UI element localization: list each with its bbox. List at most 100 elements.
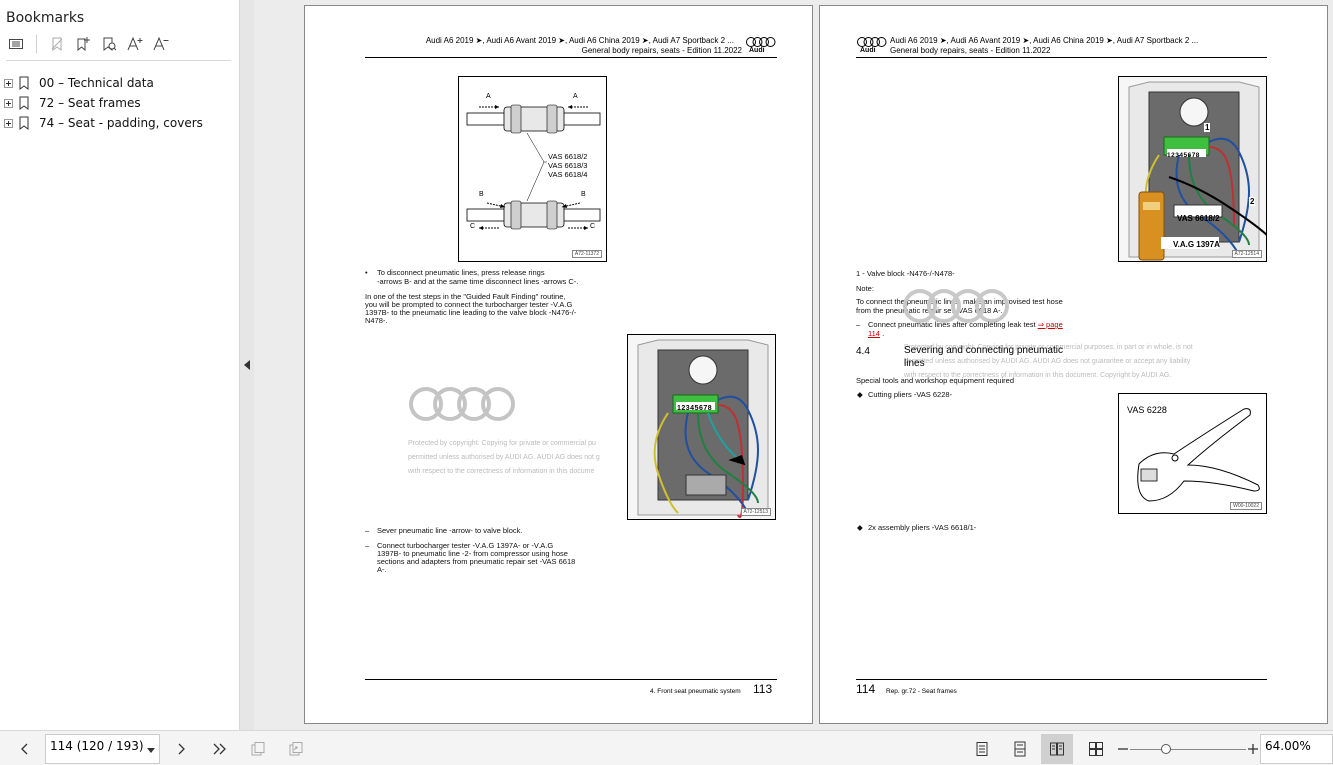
header-rule (365, 57, 777, 58)
arrow-label-b-left: B (479, 191, 484, 198)
figure-valve-block-tester: 1 2 12345678 VAS 6618/2 V.A.G 1397A A72-… (1118, 76, 1267, 262)
footer-rule (856, 679, 1267, 680)
step-connect-line4: A-. (377, 565, 387, 574)
bookmark-label: 72 – Seat frames (39, 96, 141, 110)
watermark-line1: Protected by copyright. Copying for priv… (408, 440, 596, 447)
decrease-text-size-icon[interactable] (151, 34, 171, 54)
callout-vas-6618-3: VAS 6618/3 (548, 161, 588, 170)
dash-icon: – (365, 541, 370, 550)
bookmark-item-seat-padding[interactable]: 74 – Seat - padding, covers (4, 114, 203, 132)
chevron-right-icon (178, 743, 185, 755)
page-number-field[interactable]: 114 (120 / 193) (45, 734, 160, 764)
zoom-level-field[interactable]: 64.00% (1260, 734, 1333, 764)
step-text: Connect pneumatic lines after completing… (868, 320, 1036, 329)
figure-tag: W00-10022 (1230, 502, 1262, 510)
continuous-facing-view-button[interactable] (1086, 739, 1106, 759)
bookmark-icon (19, 96, 29, 110)
zoom-slider-track[interactable] (1130, 749, 1246, 750)
continuous-view-button[interactable] (1010, 739, 1030, 759)
figure-tag: A72-11372 (571, 250, 602, 258)
note-heading: Note: (856, 284, 874, 293)
figure-tag: A72-12513 (740, 508, 771, 516)
paragraph-line3: 1397B- to the pneumatic line leading to … (365, 308, 577, 317)
previous-page-button[interactable] (15, 739, 35, 759)
figure-tag: A72-12514 (1231, 250, 1262, 258)
footer-section-label: 4. Front seat pneumatic system (650, 688, 741, 695)
dash-icon: – (365, 526, 370, 535)
step-connect-line3: sections and adapters from pneumatic rep… (377, 557, 576, 566)
watermark-line2: permitted unless authorised by AUDI AG. … (904, 358, 1191, 365)
toolbar-separator (36, 35, 37, 53)
tool-label-vas-6618-2: VAS 6618/2 (1177, 214, 1220, 223)
bookmark-toolbar (6, 34, 171, 54)
step-sever-line: Sever pneumatic line -arrow- to valve bl… (377, 526, 523, 535)
section-title-line1: Severing and connecting pneumatic (904, 345, 1063, 356)
header-subtitle: General body repairs, seats - Edition 11… (581, 46, 742, 55)
find-bookmark-icon[interactable] (99, 34, 119, 54)
panel-title: Bookmarks (6, 10, 85, 26)
header-title: Audi A6 2019 ➤, Audi A6 Avant 2019 ➤, Au… (890, 36, 1199, 45)
single-page-icon (976, 742, 988, 756)
expand-icon[interactable] (4, 78, 13, 88)
audi-logo-text: Audi (860, 47, 876, 54)
watermark-logo (903, 289, 1009, 323)
extract-page-button[interactable] (286, 739, 306, 759)
watermark-line3: with respect to the correctness of infor… (408, 468, 595, 475)
paragraph-line4: N478-. (365, 316, 388, 325)
watermark-line2: permitted unless authorised by AUDI AG. … (408, 454, 600, 461)
delete-bookmark-icon[interactable] (47, 34, 67, 54)
collapse-arrow-icon (244, 360, 250, 370)
document-view[interactable]: Audi A6 2019 ➤, Audi A6 Avant 2019 ➤, Au… (254, 0, 1333, 730)
chevron-down-icon[interactable] (147, 748, 155, 753)
bookmark-icon (19, 76, 29, 90)
page-114: Audi Audi A6 2019 ➤, Audi A6 Avant 2019 … (819, 5, 1328, 724)
figure-valve-block: 12345678 A72-12513 (627, 334, 776, 520)
add-bookmark-icon[interactable] (73, 34, 93, 54)
page-113: Audi A6 2019 ➤, Audi A6 Avant 2019 ➤, Au… (304, 5, 813, 724)
bookmark-options-icon[interactable] (6, 34, 26, 54)
callout-vas-6618-4: VAS 6618/4 (548, 170, 588, 179)
header-title: Audi A6 2019 ➤, Audi A6 Avant 2019 ➤, Au… (425, 36, 734, 45)
expand-icon[interactable] (4, 118, 13, 128)
bookmark-label: 74 – Seat - padding, covers (39, 116, 203, 130)
arrow-label-a-right: A (573, 93, 578, 100)
extract-icon (289, 742, 303, 756)
callout-vas-6618-2: VAS 6618/2 (548, 152, 588, 161)
dash-icon: – (856, 320, 861, 329)
page-number: 113 (753, 682, 773, 696)
tool-label-vag-1397a: V.A.G 1397A (1173, 240, 1220, 249)
last-page-button[interactable] (209, 739, 229, 759)
header-subtitle: General body repairs, seats - Edition 11… (890, 46, 1051, 55)
bookmark-item-technical-data[interactable]: 00 – Technical data (4, 74, 154, 92)
chevron-left-icon (21, 743, 28, 755)
figure-cutting-pliers: VAS 6228 W00-10022 (1118, 393, 1267, 514)
next-page-button[interactable] (171, 739, 191, 759)
arrow-label-b-right: B (581, 191, 586, 198)
page-link-number[interactable]: 114 (868, 329, 880, 338)
bullet-text-line2: -arrows B- and at the same time disconne… (377, 277, 579, 286)
connector-pin-numbers: 12345678 (677, 405, 713, 412)
single-page-view-button[interactable] (972, 739, 992, 759)
copy-page-button[interactable] (248, 739, 268, 759)
legend-item-1: 1 - Valve block -N476-/-N478- (856, 269, 955, 278)
minus-icon (1118, 748, 1128, 750)
grid-pages-icon (1089, 742, 1103, 756)
arrow-label-c-left: C (470, 223, 476, 230)
bullet-icon: • (365, 268, 368, 277)
bookmark-item-seat-frames[interactable]: 72 – Seat frames (4, 94, 141, 112)
figure-label: VAS 6228 (1127, 405, 1167, 415)
copy-icon (251, 742, 265, 756)
facing-pages-view-button[interactable] (1041, 734, 1073, 764)
collapse-panel-handle[interactable] (240, 0, 254, 730)
bookmarks-panel: Bookmarks 00 – Technical data 72 – Seat … (0, 0, 240, 730)
panel-divider (6, 60, 231, 61)
increase-text-size-icon[interactable] (125, 34, 145, 54)
step-period: . (882, 329, 885, 338)
zoom-slider-thumb[interactable] (1160, 744, 1171, 754)
tester-illustration (1119, 77, 1266, 261)
two-page-icon (1050, 742, 1064, 756)
expand-icon[interactable] (4, 98, 13, 108)
page-link[interactable]: ⇒ page (1038, 320, 1063, 329)
connector-pin-numbers: 12345678 (1167, 152, 1200, 159)
figure-connectors: A A B B C C VAS 6618/2 VAS 6618/3 VAS 66… (458, 76, 607, 262)
